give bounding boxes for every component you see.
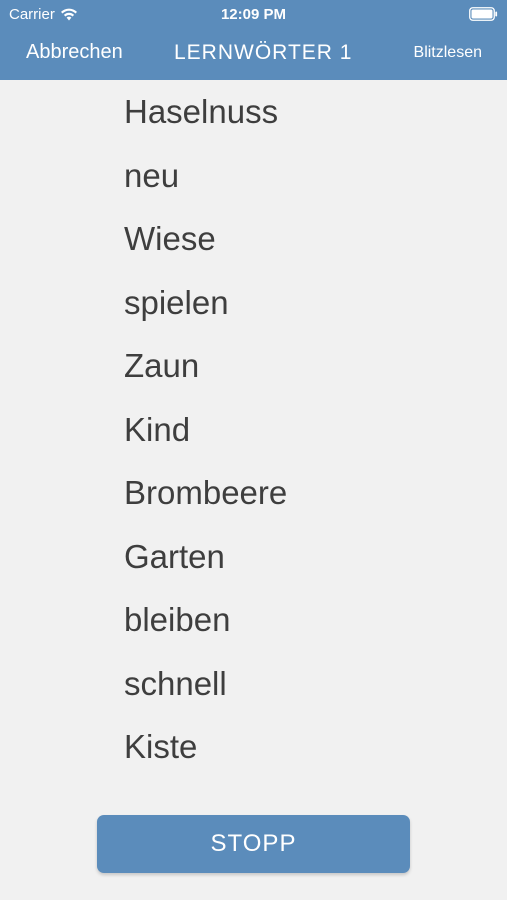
word-item: Haselnuss	[124, 93, 279, 130]
stop-button[interactable]: STOPP	[97, 815, 410, 873]
word-item: Zaun	[124, 347, 200, 384]
status-time: 12:09 PM	[220, 6, 287, 23]
word-item: spielen	[124, 283, 229, 321]
battery-full-icon	[469, 7, 498, 21]
word-item: Garten	[124, 537, 225, 575]
word-item: neu	[124, 156, 180, 194]
word-item: schnell	[124, 664, 227, 702]
navigation-bar: Abbrechen LERNWÖRTER 1 Blitzlesen	[0, 28, 507, 80]
flash-reading-button[interactable]: Blitzlesen	[414, 44, 482, 62]
word-item: bleiben	[124, 601, 231, 638]
status-bar: Carrier 12:09 PM	[0, 0, 507, 28]
word-item: Wiese	[124, 220, 216, 257]
stop-button-label: STOPP	[210, 830, 297, 857]
word-item: Kiste	[124, 728, 198, 765]
word-item: Kind	[124, 410, 191, 448]
word-list: Haselnuss neu Wiese spielen Zaun Kind Br…	[124, 80, 287, 779]
word-item: Brombeere	[124, 474, 288, 511]
top-bar: Carrier 12:09 PM Abbrechen LERNWÖRTER 1 …	[0, 0, 507, 80]
cancel-button[interactable]: Abbrechen	[26, 41, 123, 64]
page-title: LERNWÖRTER 1	[174, 41, 353, 64]
